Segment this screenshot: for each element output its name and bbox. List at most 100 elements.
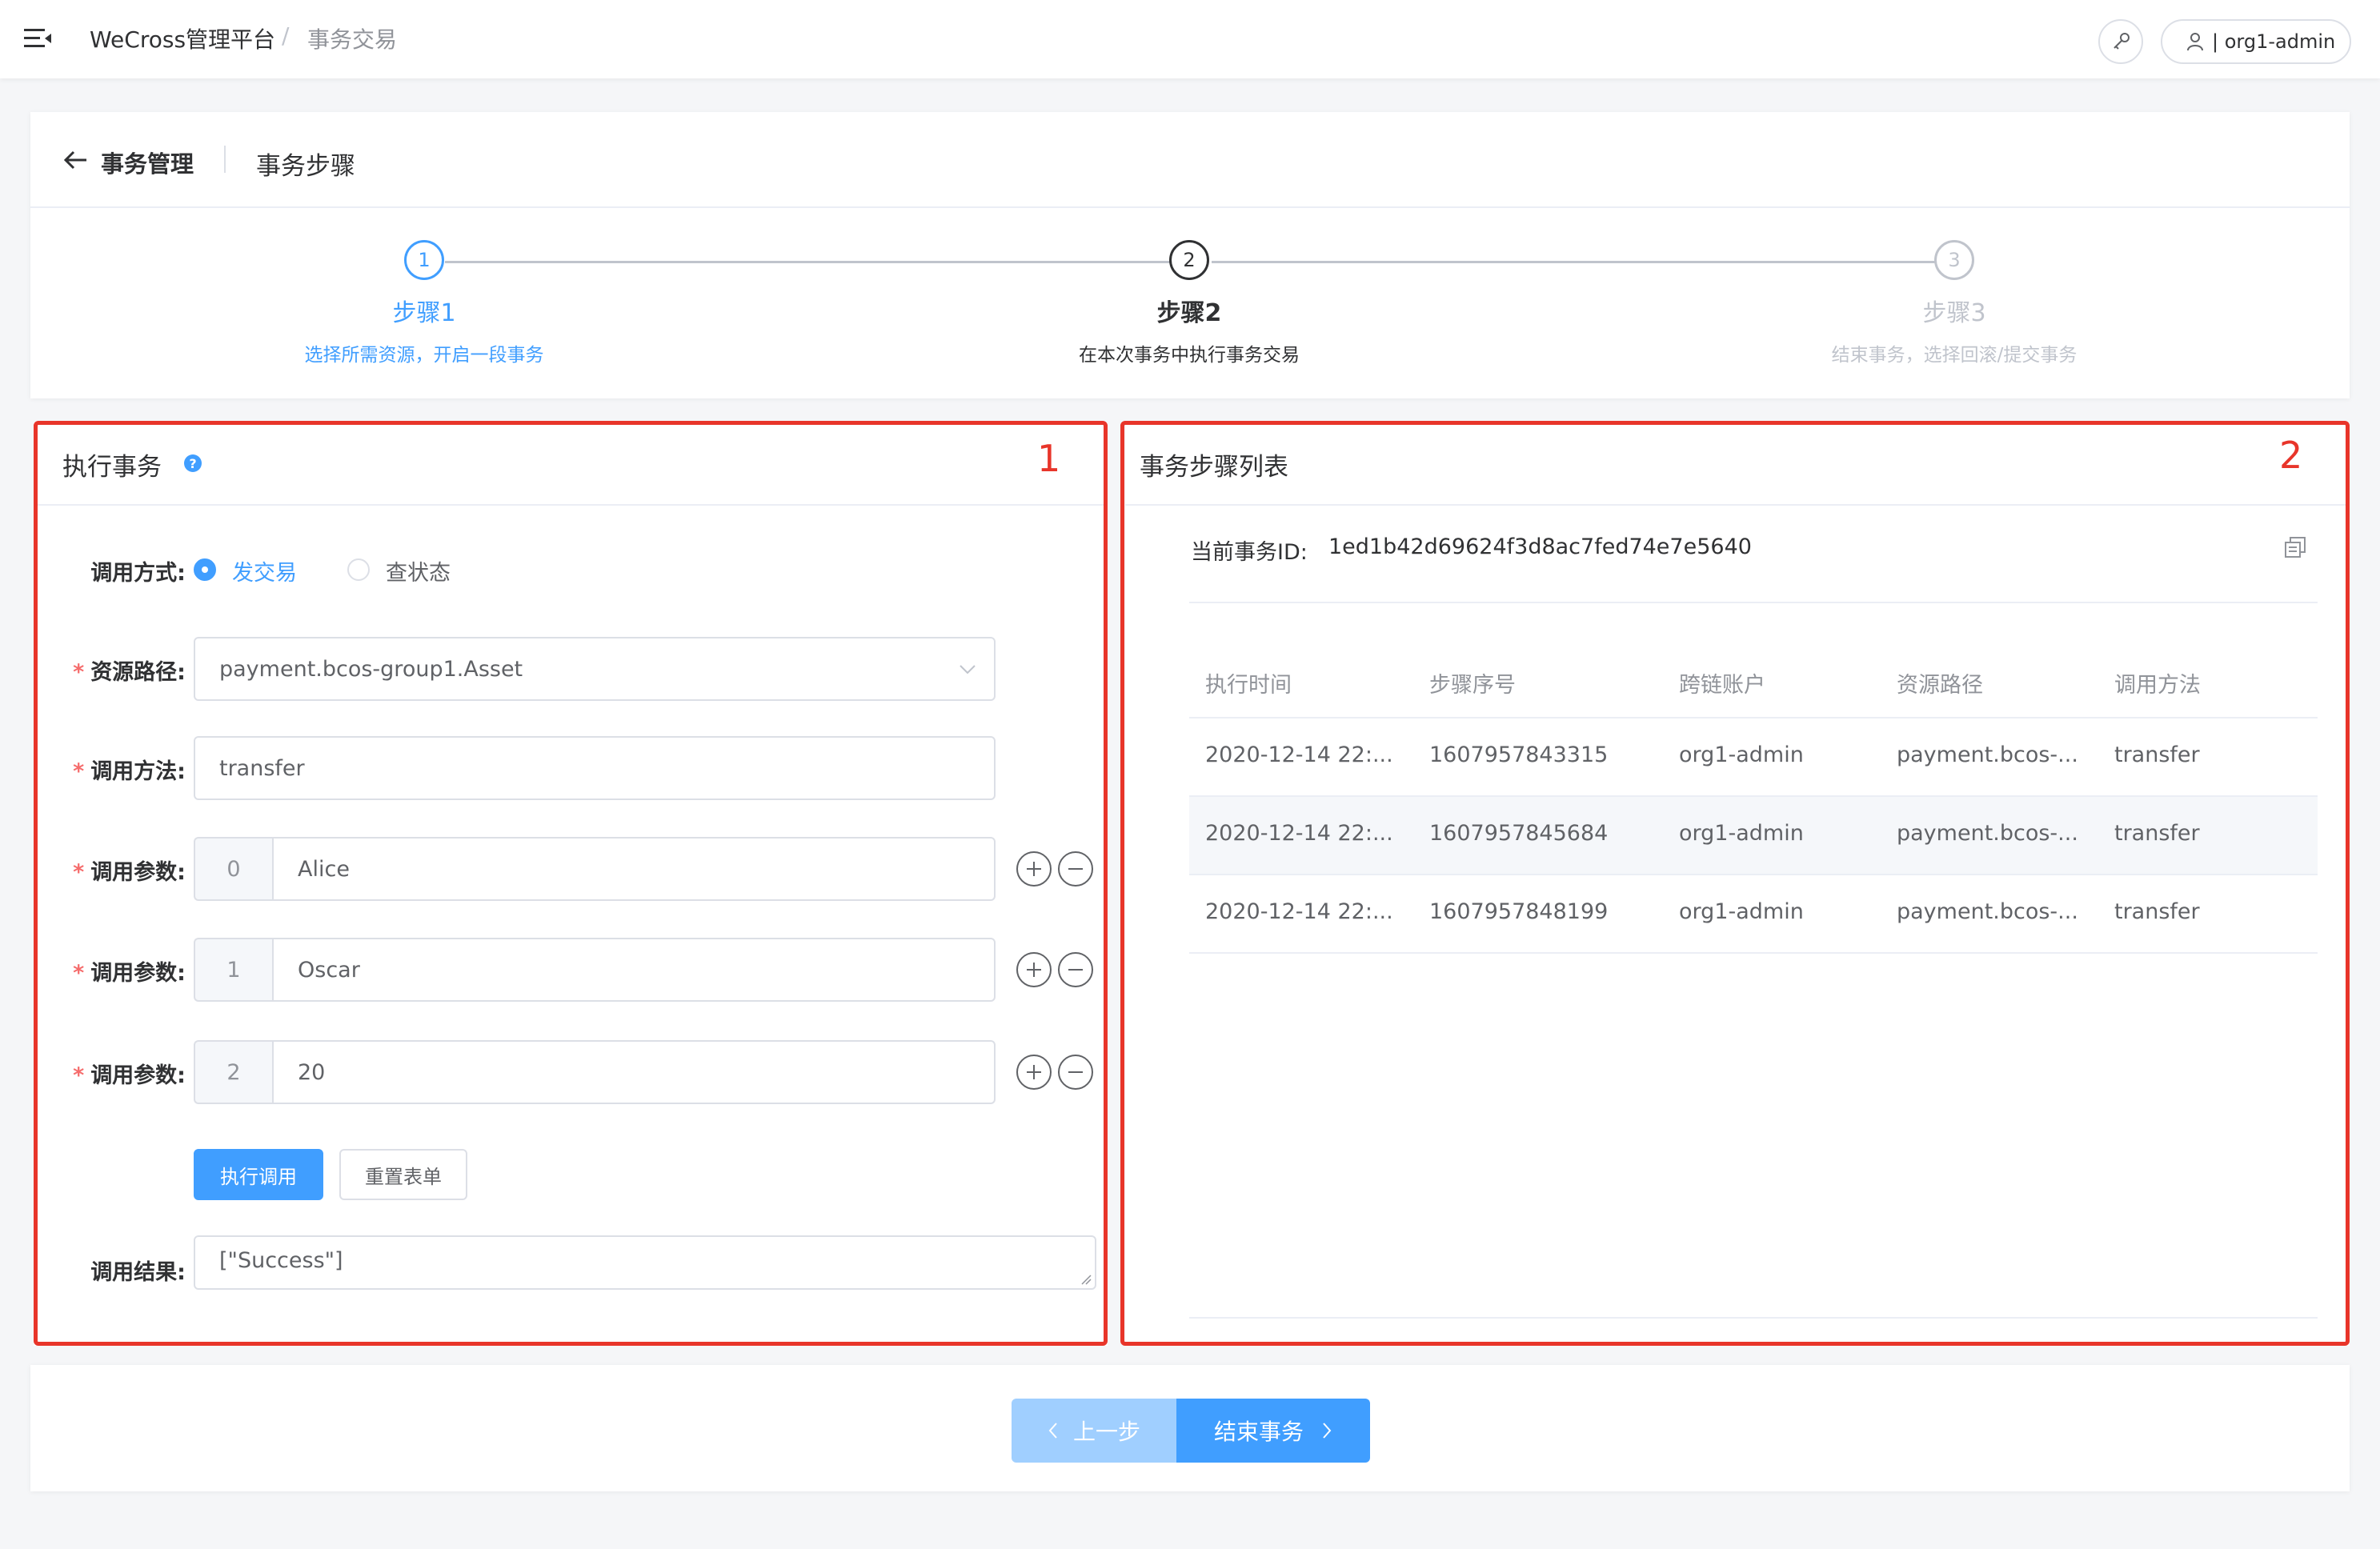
- breadcrumb-current: 事务交易: [307, 26, 398, 53]
- column-header-resource: 资源路径: [1897, 673, 1983, 698]
- cell-step-seq: 1607957843315: [1429, 742, 1609, 767]
- steps-panel-header: 事务步骤列表 2: [1125, 422, 2350, 506]
- annotation-number-2: 2: [2279, 434, 2303, 477]
- step-1-title: 步骤1: [392, 299, 456, 327]
- transaction-id-label: 当前事务ID:: [1191, 540, 1308, 565]
- required-mark: *: [73, 961, 85, 986]
- step-3-title: 步骤3: [1922, 299, 1986, 327]
- step-2-number: 2: [1169, 240, 1209, 280]
- cell-step-seq: 1607957845684: [1429, 821, 1609, 846]
- cell-resource: payment.bcos-...: [1897, 899, 2078, 924]
- brand-title: WeCross管理平台: [90, 26, 276, 53]
- end-transaction-button[interactable]: 结束事务: [1176, 1399, 1370, 1463]
- cell-exec-time: 2020-12-14 22:...: [1205, 742, 1393, 767]
- resize-handle-icon[interactable]: [1080, 1274, 1092, 1285]
- cell-account: org1-admin: [1679, 899, 1804, 924]
- execute-transaction-panel: 执行事务 ? 1 调用方式: 发交易 查状态 * 资源路径: payment.bc…: [34, 422, 1108, 1346]
- execute-panel-title: 执行事务: [62, 453, 162, 482]
- radio-send-transaction-label[interactable]: 发交易: [232, 555, 297, 586]
- menu-fold-icon[interactable]: [24, 27, 51, 50]
- steps-card: 事务管理 事务步骤 1 步骤1 选择所需资源，开启一段事务 2 步骤2 在本次事…: [30, 112, 2350, 398]
- plus-icon: [1027, 1065, 1041, 1079]
- required-mark: *: [73, 860, 85, 885]
- cell-method: transfer: [2114, 821, 2200, 846]
- back-link[interactable]: 事务管理: [101, 146, 194, 179]
- header-divider: [224, 146, 226, 173]
- result-label: 调用结果:: [90, 1260, 186, 1285]
- cell-account: org1-admin: [1679, 742, 1804, 767]
- minus-icon: [1068, 969, 1083, 971]
- radio-query-status-label[interactable]: 查状态: [386, 555, 451, 586]
- chevron-right-icon: [1323, 1423, 1332, 1439]
- resource-path-label-text: 资源路径:: [90, 660, 186, 685]
- user-name: | org1-admin: [2212, 30, 2336, 53]
- radio-send-transaction[interactable]: [194, 558, 216, 581]
- method-value: transfer: [219, 755, 305, 781]
- param-label-1: * 调用参数:: [34, 955, 186, 987]
- remove-param-button-0[interactable]: [1058, 851, 1093, 887]
- minus-icon: [1068, 868, 1083, 870]
- resource-path-value: payment.bcos-group1.Asset: [219, 656, 523, 682]
- step-2-title: 步骤2: [1156, 299, 1222, 327]
- chevron-left-icon: [1048, 1423, 1057, 1439]
- previous-step-label: 上一步: [1072, 1419, 1140, 1445]
- param-input-2[interactable]: 20: [272, 1040, 996, 1104]
- step-3: 3 步骤3 结束事务，选择回滚/提交事务: [1674, 240, 2234, 366]
- minus-icon: [1068, 1071, 1083, 1073]
- step-1-desc: 选择所需资源，开启一段事务: [304, 345, 544, 366]
- invoke-mode-label: 调用方式:: [90, 561, 186, 586]
- result-textarea[interactable]: ["Success"]: [194, 1235, 1096, 1290]
- method-input[interactable]: transfer: [194, 736, 996, 800]
- param-label-text-1: 调用参数:: [90, 961, 186, 986]
- remove-param-button-1[interactable]: [1058, 952, 1093, 987]
- end-transaction-label: 结束事务: [1213, 1419, 1304, 1445]
- param-value-0: Alice: [298, 856, 350, 882]
- cell-resource: payment.bcos-...: [1897, 742, 2078, 767]
- annotation-number-1: 1: [1037, 437, 1061, 480]
- cell-method: transfer: [2114, 899, 2200, 924]
- column-header-method: 调用方法: [2114, 673, 2201, 698]
- execute-call-button[interactable]: 执行调用: [194, 1149, 323, 1200]
- param-input-1[interactable]: Oscar: [272, 938, 996, 1002]
- remove-param-button-2[interactable]: [1058, 1055, 1093, 1090]
- row-divider: [1189, 952, 2318, 954]
- footer-card: 上一步 结束事务: [30, 1365, 2350, 1491]
- param-index-2: 2: [194, 1040, 272, 1104]
- param-label-0: * 调用参数:: [34, 855, 186, 886]
- help-icon[interactable]: ?: [184, 454, 202, 472]
- column-header-step-seq: 步骤序号: [1429, 673, 1516, 698]
- steps-card-header: 事务管理 事务步骤: [30, 112, 2350, 208]
- top-bar: WeCross管理平台 / 事务交易 | org1-admin: [0, 0, 2380, 78]
- user-menu-button[interactable]: | org1-admin: [2161, 19, 2351, 64]
- step-3-number: 3: [1934, 240, 1974, 280]
- table-bottom-divider: [1189, 1317, 2318, 1319]
- param-label-text-0: 调用参数:: [90, 860, 186, 885]
- key-button[interactable]: [2098, 19, 2143, 64]
- transaction-steps-panel: 事务步骤列表 2 当前事务ID: 1ed1b42d69624f3d8ac7fed…: [1125, 422, 2350, 1346]
- column-header-account: 跨链账户: [1679, 673, 1765, 698]
- chevron-down-icon: [960, 665, 976, 674]
- plus-icon: [1027, 963, 1041, 977]
- param-value-2: 20: [298, 1059, 326, 1085]
- add-param-button-2[interactable]: [1016, 1055, 1052, 1090]
- add-param-button-1[interactable]: [1016, 952, 1052, 987]
- param-label-text-2: 调用参数:: [90, 1063, 186, 1088]
- radio-query-status[interactable]: [347, 558, 370, 581]
- cell-resource: payment.bcos-...: [1897, 821, 2078, 846]
- copy-icon[interactable]: [2284, 536, 2306, 558]
- param-input-0[interactable]: Alice: [272, 837, 996, 901]
- transaction-id-value: 1ed1b42d69624f3d8ac7fed74e7e5640: [1328, 534, 1752, 559]
- key-icon: [2114, 33, 2130, 50]
- user-icon: [2187, 33, 2203, 51]
- cell-exec-time: 2020-12-14 22:...: [1205, 821, 1393, 846]
- column-header-exec-time: 执行时间: [1205, 673, 1292, 698]
- previous-step-button[interactable]: 上一步: [1012, 1399, 1176, 1463]
- resource-path-select[interactable]: payment.bcos-group1.Asset: [194, 637, 996, 701]
- method-label: * 调用方法:: [34, 754, 186, 785]
- add-param-button-0[interactable]: [1016, 851, 1052, 887]
- resource-path-label: * 资源路径:: [34, 654, 186, 686]
- param-index-0: 0: [194, 837, 272, 901]
- back-arrow-icon[interactable]: [62, 149, 88, 171]
- reset-form-button[interactable]: 重置表单: [339, 1149, 467, 1200]
- required-mark: *: [73, 660, 85, 685]
